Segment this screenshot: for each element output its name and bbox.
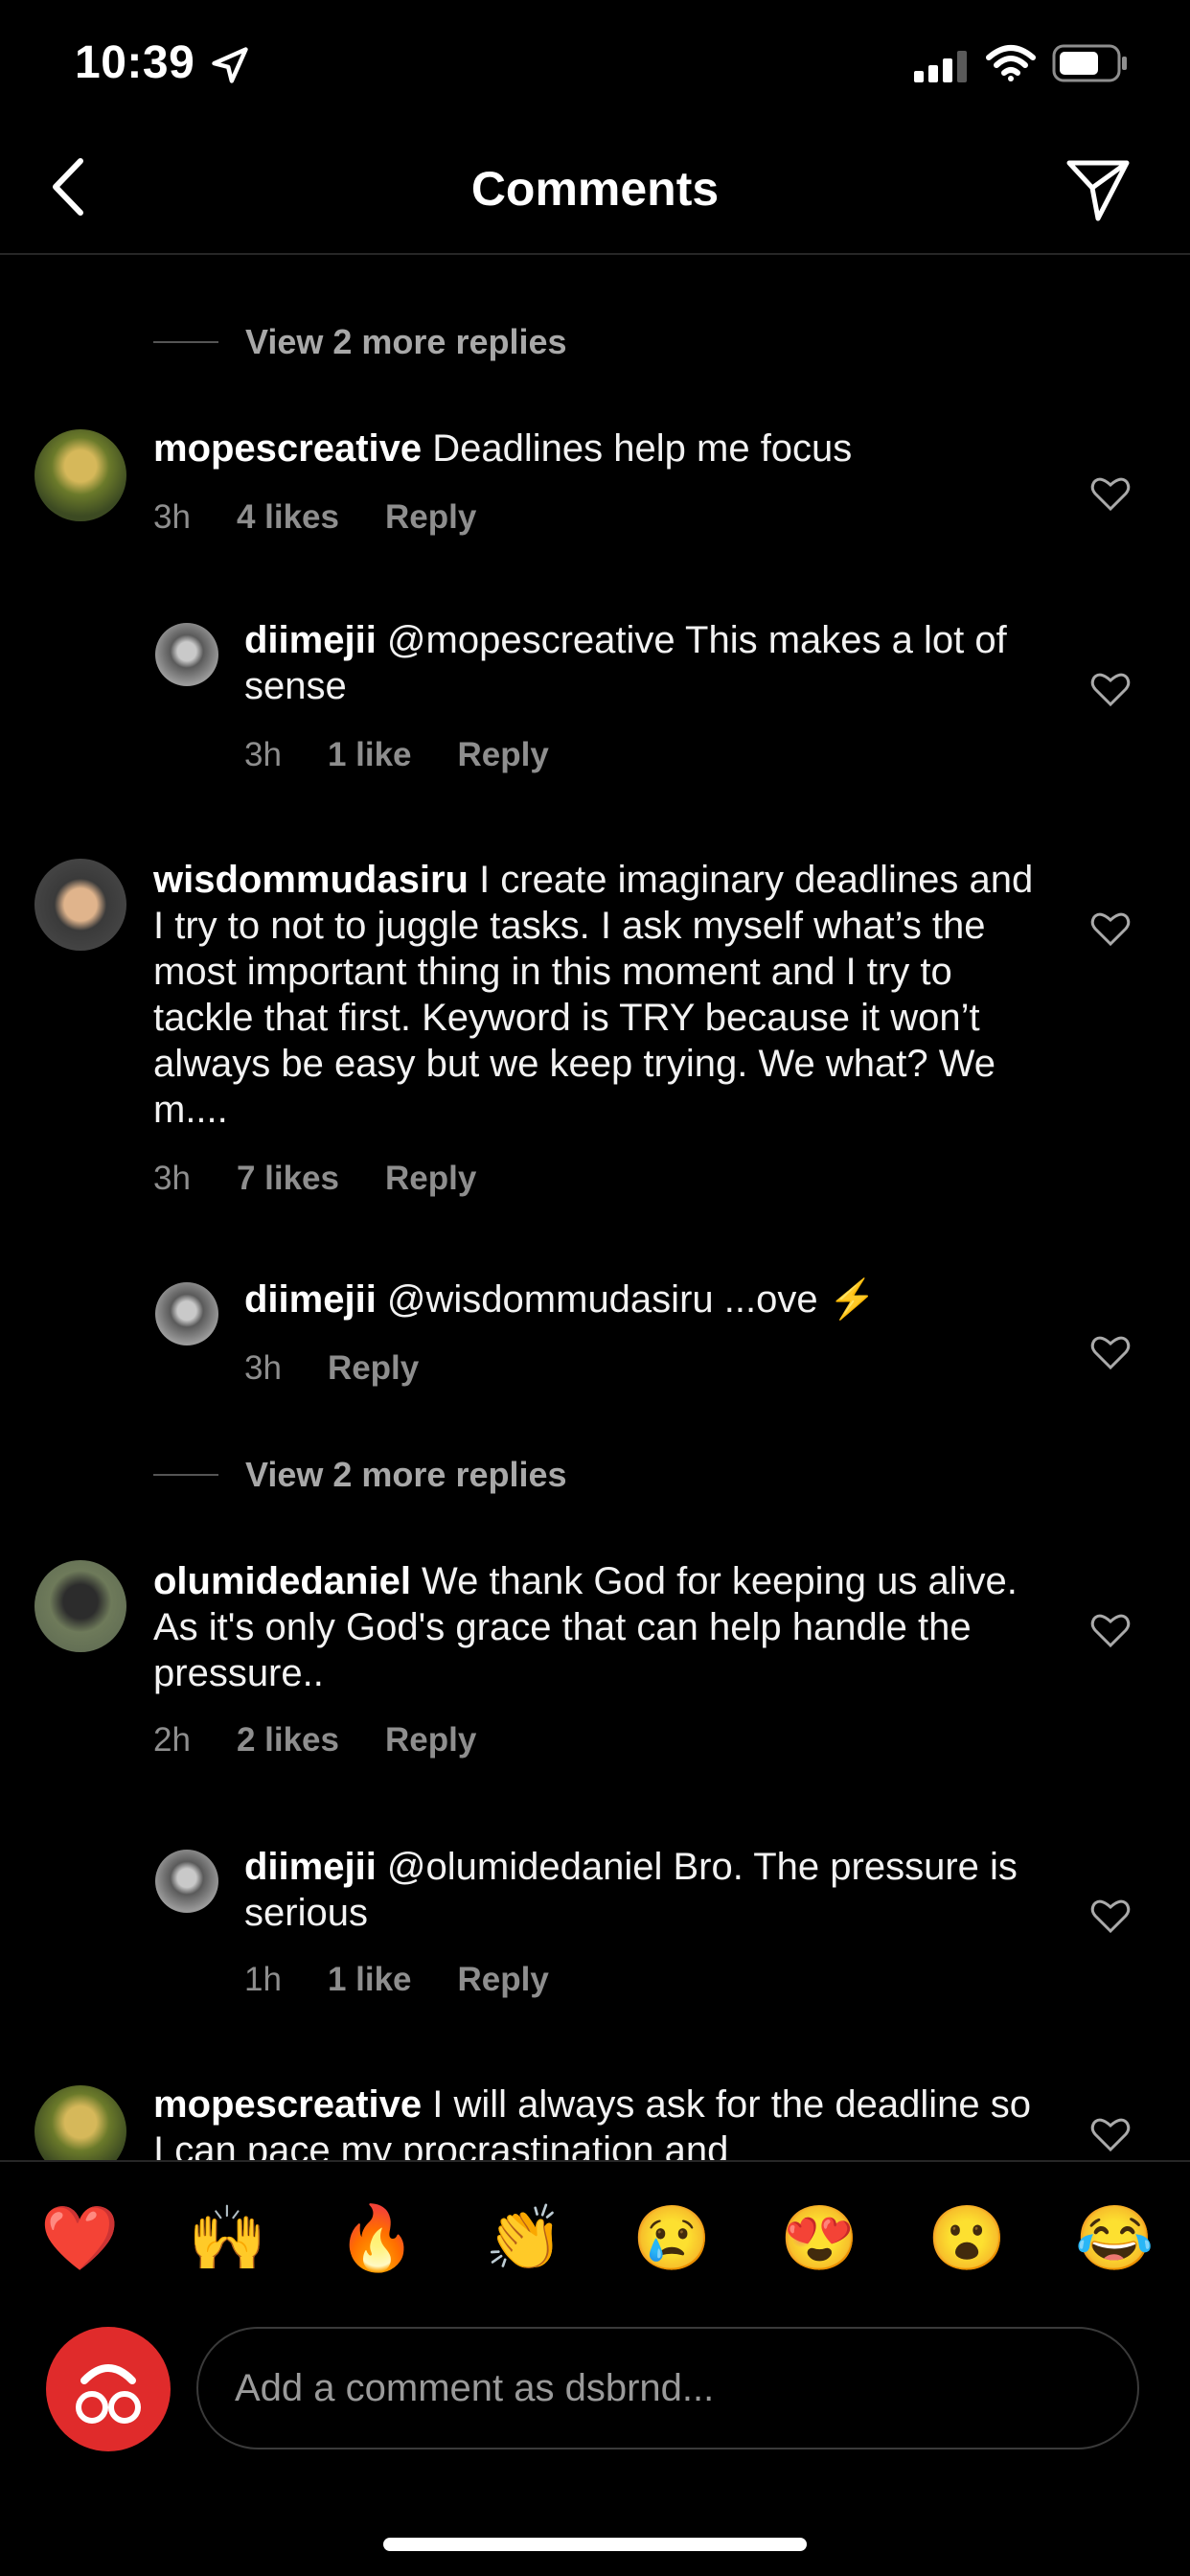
comment-text: olumidedaniel We thank God for keeping u… [153, 1558, 1044, 1696]
reply-button[interactable]: Reply [458, 1961, 549, 1998]
reply-button[interactable]: Reply [385, 498, 476, 536]
comment-meta: 3h 4 likes Reply [153, 498, 522, 537]
comment-text: diimejii @olumidedaniel Bro. The pressur… [244, 1844, 1040, 1936]
like-heart-icon[interactable] [1090, 2116, 1131, 2152]
comments-list[interactable]: View 2 more replies mopescreative Deadli… [0, 255, 1190, 2160]
comment-likes[interactable]: 1 like [328, 736, 412, 773]
current-user-avatar [46, 2327, 171, 2451]
reply-button[interactable]: Reply [385, 1160, 476, 1197]
reply-button[interactable]: Reply [458, 736, 549, 773]
comment-time: 3h [244, 1349, 282, 1387]
comment-username[interactable]: wisdommudasiru [153, 859, 469, 901]
comment-likes[interactable]: 7 likes [237, 1160, 339, 1197]
comment-username[interactable]: diimejii [244, 619, 377, 661]
location-arrow-icon [212, 47, 248, 83]
comment-meta: 2h 2 likes Reply [153, 1721, 522, 1760]
emoji-fire[interactable]: 🔥 [337, 2204, 416, 2271]
like-heart-icon[interactable] [1090, 475, 1131, 512]
comment-time: 3h [244, 736, 282, 773]
comment-time: 1h [244, 1961, 282, 1998]
avatar[interactable] [34, 429, 126, 521]
emoji-raised-hands[interactable]: 🙌 [188, 2204, 266, 2271]
emoji-crying[interactable]: 😢 [632, 2204, 711, 2271]
reply-button[interactable]: Reply [328, 1349, 419, 1387]
comment-username[interactable]: olumidedaniel [153, 1560, 411, 1602]
emoji-clapping[interactable]: 👏 [485, 2204, 563, 2271]
comment-text: mopescreative Deadlines help me focus [153, 426, 1016, 472]
emoji-heart[interactable]: ❤️ [40, 2204, 119, 2271]
comment-body: Deadlines help me focus [422, 427, 853, 470]
comment-meta: 1h 1 like Reply [244, 1961, 595, 1999]
view-more-line [153, 1474, 218, 1476]
reply-button[interactable]: Reply [385, 1721, 476, 1759]
comment-username[interactable]: diimejii [244, 1846, 377, 1888]
comment-likes[interactable]: 4 likes [237, 498, 339, 536]
comment-username[interactable]: mopescreative [153, 427, 422, 470]
like-heart-icon[interactable] [1090, 1612, 1131, 1648]
avatar[interactable] [34, 1560, 126, 1652]
emoji-bar-divider [0, 2160, 1190, 2162]
like-heart-icon[interactable] [1090, 1898, 1131, 1934]
like-heart-icon[interactable] [1090, 910, 1131, 947]
direct-send-icon[interactable] [1064, 155, 1133, 224]
avatar[interactable] [155, 1282, 218, 1346]
comment-time: 3h [153, 498, 191, 536]
view-more-line [153, 341, 218, 343]
avatar[interactable] [155, 1850, 218, 1913]
comment-time: 2h [153, 1721, 191, 1759]
wifi-icon [986, 45, 1036, 81]
comment-username[interactable]: diimejii [244, 1278, 377, 1321]
emoji-surprised[interactable]: 😮 [927, 2204, 1006, 2271]
comment-text: diimejii @mopescreative This makes a lot… [244, 617, 1040, 709]
comment-meta: 3h Reply [244, 1349, 465, 1388]
comment-username[interactable]: mopescreative [153, 2083, 422, 2126]
view-more-replies-button[interactable]: View 2 more replies [245, 1455, 567, 1495]
home-indicator[interactable] [383, 2538, 807, 2551]
emoji-laughing[interactable]: 😂 [1075, 2204, 1154, 2271]
avatar[interactable] [34, 859, 126, 951]
comment-text: wisdommudasiru I create imaginary deadli… [153, 857, 1044, 1133]
comment-text: mopescreative I will always ask for the … [153, 2082, 1044, 2160]
comment-input[interactable] [196, 2327, 1139, 2450]
status-time: 10:39 [75, 37, 195, 88]
comment-text: diimejii @wisdommudasiru ...ove ⚡ [244, 1276, 1040, 1322]
like-heart-icon[interactable] [1090, 1334, 1131, 1370]
comment-time: 3h [153, 1160, 191, 1197]
comment-likes[interactable]: 1 like [328, 1961, 412, 1998]
cellular-signal-icon [914, 50, 970, 87]
comment-meta: 3h 1 like Reply [244, 736, 595, 774]
battery-icon [1052, 44, 1127, 82]
brand-logo-icon [76, 2364, 141, 2424]
avatar[interactable] [155, 623, 218, 686]
page-title: Comments [470, 162, 720, 216]
comment-likes[interactable]: 2 likes [237, 1721, 339, 1759]
avatar[interactable] [34, 2085, 126, 2160]
like-heart-icon[interactable] [1090, 671, 1131, 707]
view-more-replies-button[interactable]: View 2 more replies [245, 322, 567, 362]
comment-body: @wisdommudasiru ...ove ⚡ [376, 1278, 877, 1321]
emoji-heart-eyes[interactable]: 😍 [780, 2204, 858, 2271]
comment-meta: 3h 7 likes Reply [153, 1160, 522, 1198]
